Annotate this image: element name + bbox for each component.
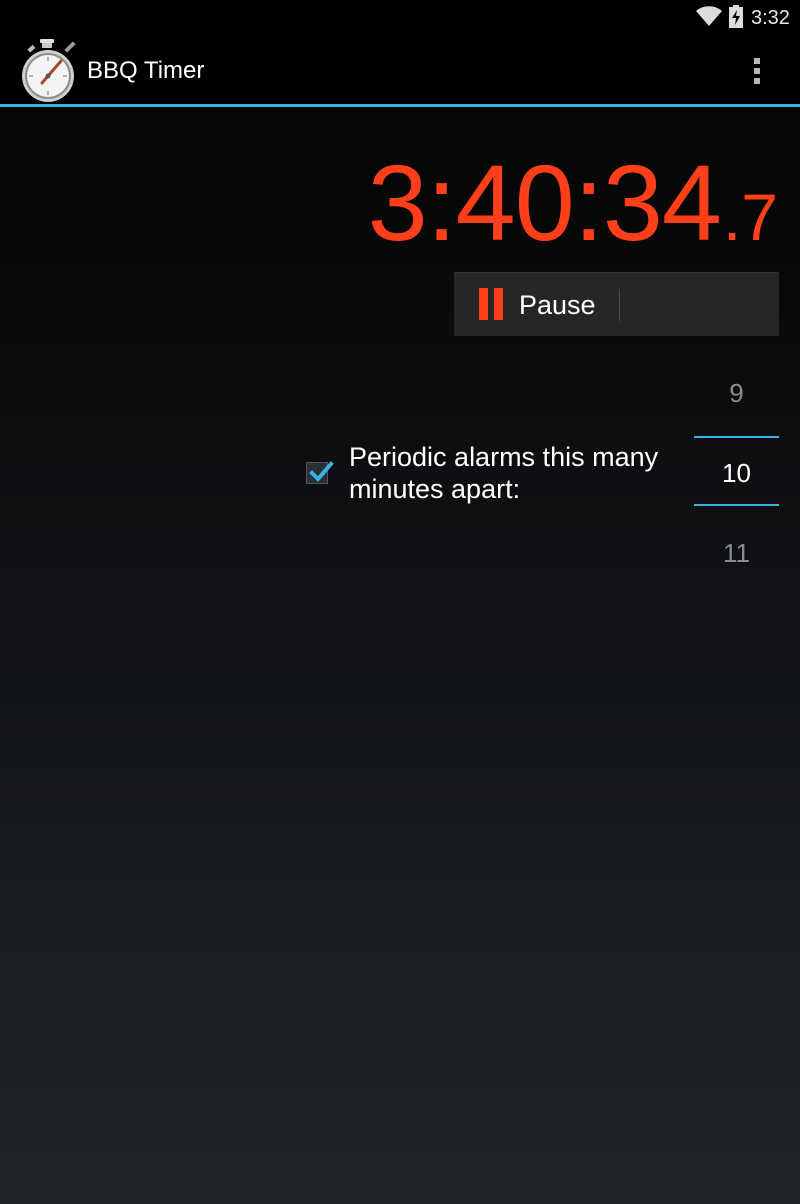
picker-selection-divider-bottom bbox=[694, 504, 779, 506]
overflow-dot bbox=[754, 58, 760, 64]
periodic-alarm-label[interactable]: Periodic alarms this many minutes apart: bbox=[349, 441, 689, 505]
app-title: BBQ Timer bbox=[87, 57, 205, 84]
status-bar: 3:32 bbox=[0, 0, 800, 34]
timer-main: 3:40:34 bbox=[367, 142, 722, 263]
overflow-menu-icon[interactable] bbox=[742, 54, 772, 88]
button-divider bbox=[619, 289, 620, 321]
status-clock: 3:32 bbox=[751, 7, 790, 29]
stopwatch-icon[interactable] bbox=[18, 39, 80, 103]
pause-button[interactable]: Pause bbox=[454, 272, 779, 336]
picker-current-value[interactable]: 10 bbox=[694, 458, 779, 488]
battery-charging-icon bbox=[729, 5, 743, 28]
picker-selection-divider-top bbox=[694, 436, 779, 438]
main-content: 3:40:34.7 Pause Periodic alarms this man… bbox=[0, 107, 800, 1204]
picker-next-value[interactable]: 11 bbox=[694, 538, 779, 568]
overflow-dot bbox=[754, 68, 760, 74]
wifi-icon bbox=[696, 6, 722, 26]
action-bar: BBQ Timer bbox=[0, 34, 800, 107]
periodic-alarm-checkbox[interactable] bbox=[306, 461, 334, 484]
screen: 3:32 BBQ Timer 3:40:34.7 Pause Periodic … bbox=[0, 0, 800, 1204]
pause-icon bbox=[479, 288, 503, 320]
picker-previous-value[interactable]: 9 bbox=[694, 378, 779, 408]
minutes-number-picker[interactable]: 9 10 11 bbox=[694, 364, 779, 568]
checkmark-icon bbox=[309, 461, 334, 482]
timer-tenths: .7 bbox=[722, 180, 778, 254]
overflow-dot bbox=[754, 78, 760, 84]
timer-display: 3:40:34.7 bbox=[368, 149, 778, 257]
pause-button-label: Pause bbox=[519, 290, 596, 320]
